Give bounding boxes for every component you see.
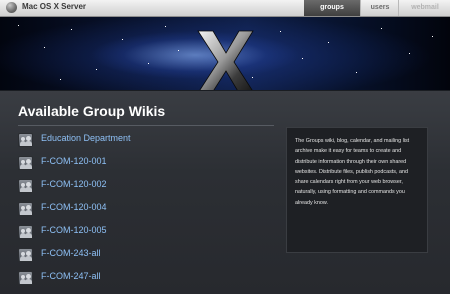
group-link[interactable]: F-COM-120-004 [41,202,107,212]
top-bar: Mac OS X Server groups users webmail [0,0,450,17]
star [302,58,303,59]
star [60,79,61,80]
group-icon [18,248,33,262]
star [356,72,357,73]
group-link[interactable]: F-COM-120-001 [41,156,107,166]
list-item[interactable]: F-COM-243-all [18,246,278,269]
x-logo-icon [197,30,254,90]
nav-tab-groups[interactable]: groups [304,0,360,16]
group-icon [18,156,33,170]
group-icon [18,133,33,147]
star [432,36,433,37]
nav-tab-users[interactable]: users [360,0,399,16]
server-logo-icon [6,2,17,13]
divider [18,125,274,126]
group-icon [18,179,33,193]
group-icon [18,225,33,239]
group-link[interactable]: F-COM-243-all [41,248,101,258]
list-item[interactable]: Education Department [18,131,278,154]
list-item[interactable]: F-COM-120-001 [18,154,278,177]
group-link[interactable]: F-COM-120-005 [41,225,107,235]
group-link[interactable]: Education Department [41,133,131,143]
star [280,31,281,32]
group-icon [18,271,33,285]
list-item[interactable]: F-COM-120-004 [18,200,278,223]
page-title: Available Group Wikis [18,103,166,119]
group-icon [18,202,33,216]
group-link[interactable]: F-COM-247-all [41,271,101,281]
star [122,39,123,40]
group-wiki-list: Education Department F-COM-120-001 F-COM… [18,131,278,292]
info-text: The Groups wiki, blog, calendar, and mai… [295,138,410,206]
site-title: Mac OS X Server [22,2,87,11]
star [178,50,179,51]
star [18,25,19,26]
star [328,42,329,43]
list-item[interactable]: F-COM-120-002 [18,177,278,200]
nav-tab-webmail[interactable]: webmail [398,0,450,16]
star [71,29,72,30]
star [148,63,149,64]
list-item[interactable]: F-COM-120-005 [18,223,278,246]
star [44,47,45,48]
header-banner [0,17,450,91]
star [165,26,166,27]
group-link[interactable]: F-COM-120-002 [41,179,107,189]
list-item[interactable]: F-COM-247-all [18,269,278,292]
star [409,53,410,54]
star [381,28,382,29]
info-panel: The Groups wiki, blog, calendar, and mai… [286,127,428,253]
star [96,69,97,70]
